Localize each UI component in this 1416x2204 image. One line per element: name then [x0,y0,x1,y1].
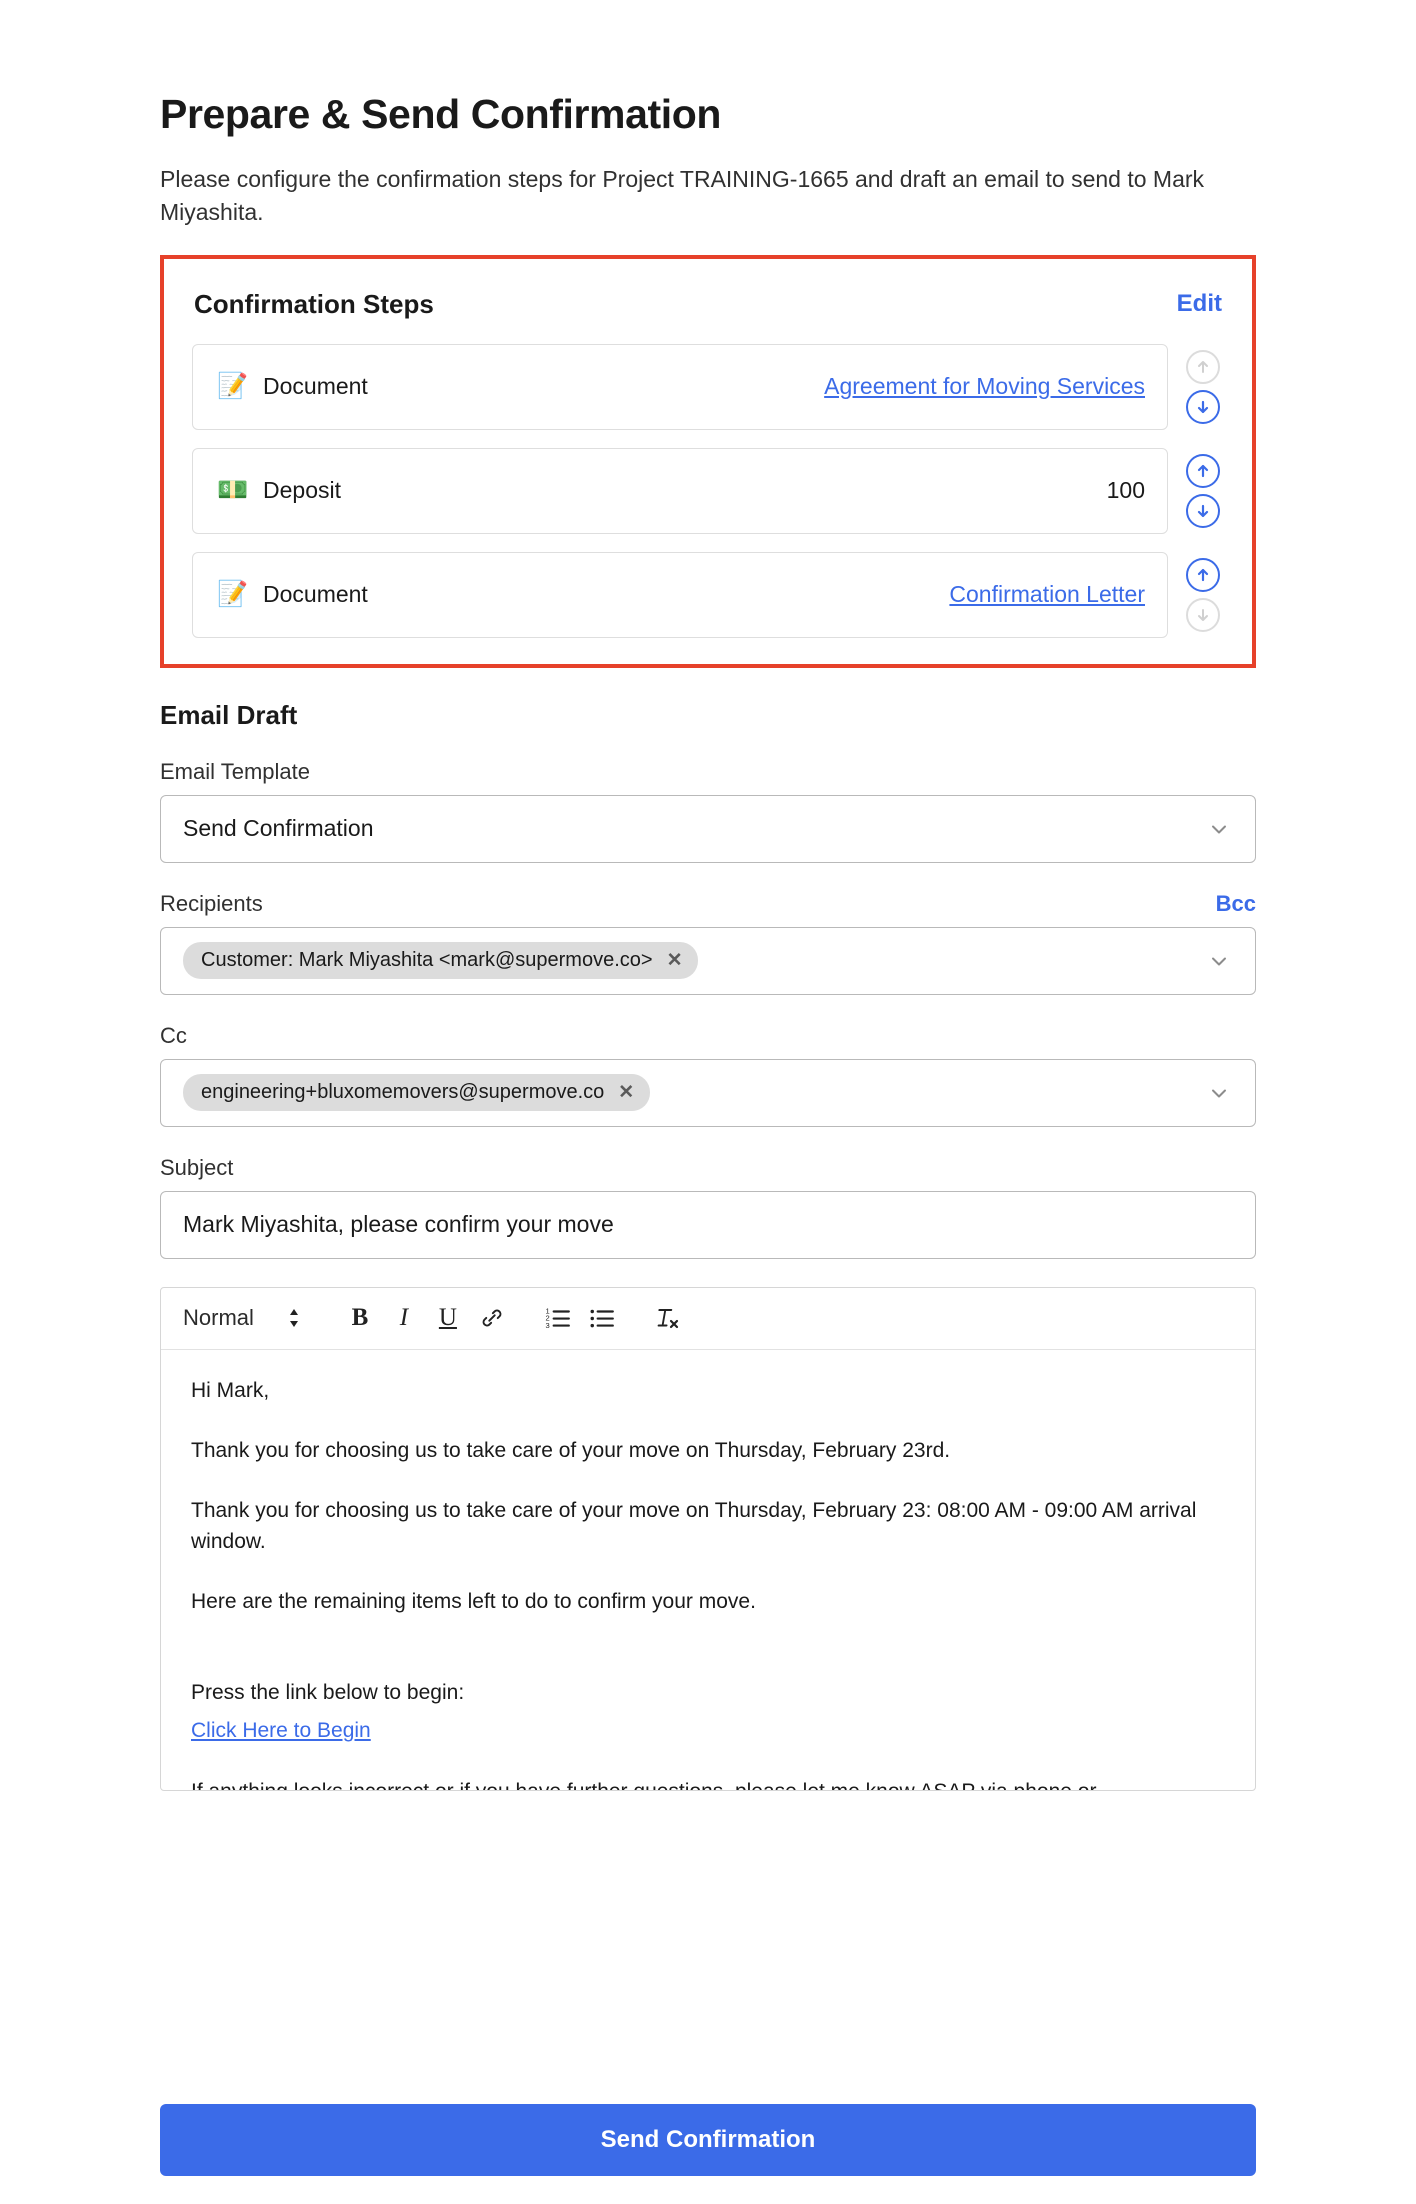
page-title: Prepare & Send Confirmation [160,91,722,137]
email-body-content[interactable]: Hi Mark, Thank you for choosing us to ta… [161,1350,1255,1790]
recipients-label-row: Recipients Bcc [160,891,1256,917]
subject-label: Subject [160,1154,234,1180]
bullet-list-icon[interactable] [580,1296,624,1340]
step-row: 💵 Deposit 100 [192,447,1224,534]
step-value-link[interactable]: Confirmation Letter [949,581,1145,608]
step-left: 💵 Deposit [217,477,341,504]
click-here-to-begin-link[interactable]: Click Here to Begin [191,1719,371,1742]
step-card-deposit[interactable]: 💵 Deposit 100 [192,447,1168,534]
confirmation-steps-header: Confirmation Steps Edit [192,281,1224,326]
email-body-paragraph-3: Here are the remaining items left to do … [191,1590,756,1614]
edit-steps-link[interactable]: Edit [1177,290,1222,318]
move-step-up-button[interactable] [1186,557,1220,592]
step-type-label: Document [263,581,368,607]
chevron-down-icon [1207,1081,1235,1105]
email-body-paragraph-5: If anything looks incorrect or if you ha… [191,1777,1225,1790]
step-reorder-controls [1182,557,1224,632]
chevron-down-icon [1207,949,1235,973]
email-body-paragraph-2: Thank you for choosing us to take care o… [191,1499,1197,1553]
underline-button[interactable]: U [426,1296,470,1340]
email-draft-title: Email Draft [160,699,298,730]
step-type-label: Document [263,373,368,399]
money-icon: 💵 [217,476,249,504]
subject-input[interactable]: Mark Miyashita, please confirm your move [160,1190,1256,1259]
confirmation-steps-title: Confirmation Steps [194,288,434,319]
format-style-label[interactable]: Normal [183,1305,254,1331]
move-step-up-button[interactable] [1186,453,1220,488]
remove-cc-icon[interactable]: ✕ [618,1083,634,1102]
memo-icon: 📝 [217,580,249,608]
step-value-link[interactable]: Agreement for Moving Services [824,373,1145,400]
move-step-up-button[interactable] [1186,349,1220,384]
move-step-down-button[interactable] [1186,597,1220,632]
editor-toolbar: Normal B I U 1 2 3 [161,1288,1255,1350]
format-style-stepper-icon[interactable] [272,1296,316,1340]
email-body-paragraph-4: Press the link below to begin: [191,1680,465,1704]
page-root: Prepare & Send Confirmation Please confi… [0,90,1416,1791]
email-body-paragraph-1: Thank you for choosing us to take care o… [191,1438,951,1462]
step-type-label: Deposit [263,477,341,503]
cc-input[interactable]: engineering+bluxomemovers@supermove.co ✕ [160,1058,1256,1127]
confirmation-steps-card: Confirmation Steps Edit 📝 Document Agree… [160,254,1256,668]
svg-text:3: 3 [545,1321,549,1330]
step-reorder-controls [1182,453,1224,528]
step-value-amount: 100 [1106,477,1145,503]
chevron-down-icon [1207,817,1235,841]
email-body-greeting: Hi Mark, [191,1378,270,1402]
email-body-link-paragraph: Click Here to Begin [191,1716,1225,1746]
cc-label: Cc [160,1022,187,1048]
move-step-down-button[interactable] [1186,389,1220,424]
bold-button[interactable]: B [338,1296,382,1340]
step-reorder-controls [1182,349,1224,424]
recipients-input[interactable]: Customer: Mark Miyashita <mark@supermove… [160,926,1256,995]
remove-recipient-icon[interactable]: ✕ [667,951,683,970]
clear-formatting-icon[interactable] [646,1296,690,1340]
recipient-chip[interactable]: Customer: Mark Miyashita <mark@supermove… [183,942,699,979]
move-step-down-button[interactable] [1186,493,1220,528]
step-row: 📝 Document Agreement for Moving Services [192,343,1224,430]
ordered-list-icon[interactable]: 1 2 3 [536,1296,580,1340]
step-left: 📝 Document [217,373,368,400]
recipients-label: Recipients [160,890,263,916]
step-left: 📝 Document [217,581,368,608]
italic-button[interactable]: I [382,1296,426,1340]
recipient-chip-label: Customer: Mark Miyashita <mark@supermove… [201,949,653,971]
email-body-spacer [191,1648,1225,1678]
page-description: Please configure the confirmation steps … [160,166,1205,225]
subject-value: Mark Miyashita, please confirm your move [183,1211,614,1237]
email-template-label: Email Template [160,758,310,784]
send-confirmation-button[interactable]: Send Confirmation [160,2104,1256,2176]
step-row: 📝 Document Confirmation Letter [192,551,1224,638]
send-bar: Send Confirmation [0,2104,1416,2176]
bcc-link[interactable]: Bcc [1216,891,1256,917]
cc-chip-label: engineering+bluxomemovers@supermove.co [201,1081,605,1103]
memo-icon: 📝 [217,372,249,400]
email-template-value: Send Confirmation [183,815,374,841]
step-card-document-letter[interactable]: 📝 Document Confirmation Letter [192,551,1168,638]
email-body-editor: Normal B I U 1 2 3 Hi Mark, Thank you fo… [160,1286,1256,1791]
cc-chip[interactable]: engineering+bluxomemovers@supermove.co ✕ [183,1074,651,1111]
email-template-select[interactable]: Send Confirmation [160,794,1256,863]
link-icon[interactable] [470,1296,514,1340]
step-card-document-agreement[interactable]: 📝 Document Agreement for Moving Services [192,343,1168,430]
